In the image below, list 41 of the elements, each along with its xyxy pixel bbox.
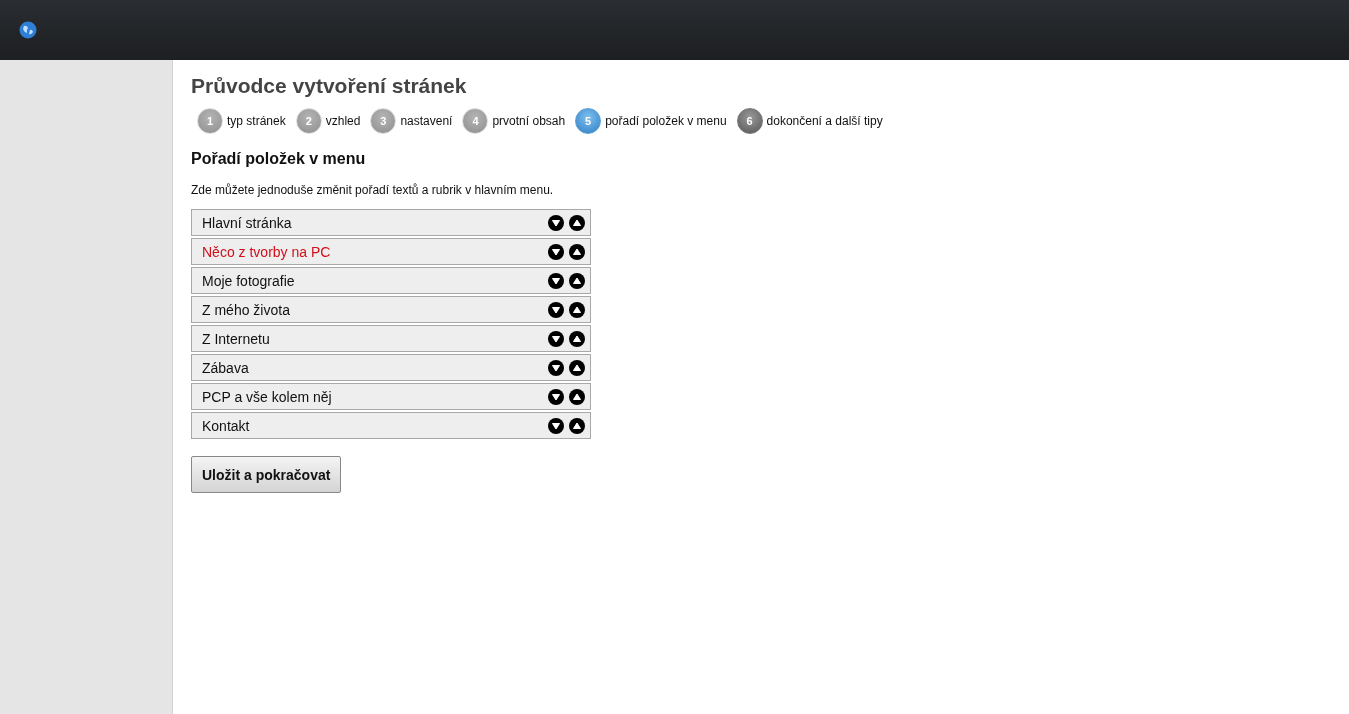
save-continue-button[interactable]: Uložit a pokračovat <box>191 456 342 493</box>
section-heading: Pořadí položek v menu <box>191 150 366 168</box>
move-up-button[interactable] <box>569 359 585 376</box>
move-down-button[interactable] <box>548 417 564 434</box>
move-down-button[interactable] <box>548 330 564 347</box>
menu-item-label: Z Internetu <box>202 330 271 347</box>
step-number: 2 <box>295 108 322 134</box>
step-label: prvotní obsah <box>492 114 566 128</box>
step-label: dokončení a další tipy <box>766 114 883 128</box>
page-title: Průvodce vytvoření stránek <box>191 74 467 98</box>
move-up-button[interactable] <box>569 214 585 231</box>
move-down-button[interactable] <box>548 214 564 231</box>
move-up-button[interactable] <box>569 330 585 347</box>
move-up-button[interactable] <box>569 272 585 289</box>
move-down-button[interactable] <box>548 243 564 260</box>
step-label: nastavení <box>400 114 453 128</box>
move-up-button[interactable] <box>569 388 585 405</box>
move-down-button[interactable] <box>548 359 564 376</box>
move-down-button[interactable] <box>548 301 564 318</box>
menu-item-label: PCP a vše kolem něj <box>202 388 333 405</box>
step-number: 5 <box>575 108 602 134</box>
step-label: pořadí položek v menu <box>605 114 727 128</box>
step-label: vzhled <box>325 114 361 128</box>
menu-item-label: Hlavní stránka <box>202 214 293 231</box>
step-number: 3 <box>370 108 397 134</box>
globe-icon[interactable] <box>19 21 37 39</box>
move-down-button[interactable] <box>548 272 564 289</box>
menu-item-label: Zábava <box>202 359 250 376</box>
move-up-button[interactable] <box>569 243 585 260</box>
step-number: 1 <box>197 108 223 134</box>
step-label: typ stránek <box>227 114 286 128</box>
menu-item-label: Něco z tvorby na PC <box>202 243 332 260</box>
move-up-button[interactable] <box>569 301 585 318</box>
move-up-button[interactable] <box>569 417 585 434</box>
step-number: 6 <box>736 108 763 134</box>
description-text: Zde můžete jednoduše změnit pořadí textů a rubrik v hlavním menu. <box>191 183 554 197</box>
menu-item-label: Kontakt <box>202 417 251 434</box>
step-number: 4 <box>462 108 489 134</box>
menu-item-label: Z mého života <box>202 301 291 318</box>
menu-item-label: Moje fotografie <box>202 272 296 289</box>
move-down-button[interactable] <box>548 388 564 405</box>
